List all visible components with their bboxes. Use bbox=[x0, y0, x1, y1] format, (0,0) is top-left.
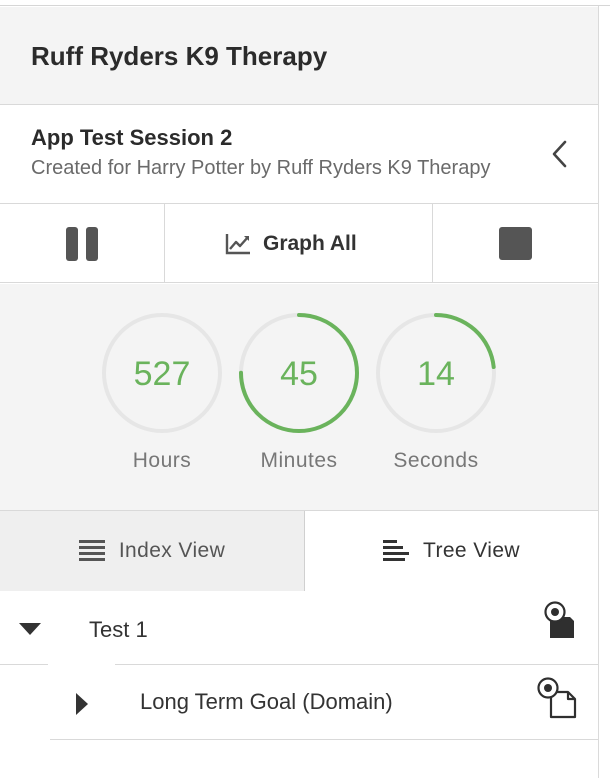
caret-down-icon[interactable] bbox=[19, 623, 41, 636]
target-document-outline-icon[interactable] bbox=[537, 677, 577, 719]
view-tabs: Index View Tree View bbox=[0, 511, 598, 591]
tree-row-long-term-goal[interactable]: Long Term Goal (Domain) bbox=[0, 665, 598, 740]
pause-icon bbox=[66, 227, 98, 261]
stop-icon bbox=[499, 227, 532, 260]
chevron-left-icon bbox=[552, 140, 567, 168]
minutes-label: Minutes bbox=[260, 449, 338, 472]
session-subtitle: Created for Harry Potter by Ruff Ryders … bbox=[31, 157, 491, 179]
window-top-edge bbox=[0, 0, 610, 6]
pause-button[interactable] bbox=[0, 204, 165, 282]
session-controls: Graph All bbox=[0, 204, 598, 283]
line-chart-icon bbox=[225, 234, 250, 255]
tab-index-view[interactable]: Index View bbox=[0, 511, 305, 591]
scrollbar-track[interactable] bbox=[598, 6, 610, 778]
hours-value: 527 bbox=[134, 355, 191, 393]
minutes-ring: 45 bbox=[239, 313, 359, 433]
hours-label: Hours bbox=[132, 449, 192, 472]
tab-tree-view-label: Tree View bbox=[423, 539, 520, 562]
minutes-value: 45 bbox=[280, 355, 318, 393]
tab-index-view-label: Index View bbox=[118, 539, 226, 562]
tree-list-icon bbox=[383, 540, 409, 561]
seconds-label: Seconds bbox=[393, 449, 479, 472]
session-title: App Test Session 2 bbox=[31, 125, 233, 150]
graph-all-button[interactable]: Graph All bbox=[165, 204, 433, 282]
target-document-icon[interactable] bbox=[544, 601, 576, 639]
caret-right-icon[interactable] bbox=[76, 693, 89, 715]
app-title: Ruff Ryders K9 Therapy bbox=[31, 41, 328, 71]
tree-item-label: Test 1 bbox=[89, 617, 148, 642]
app-header: Ruff Ryders K9 Therapy bbox=[0, 7, 598, 105]
seconds-value: 14 bbox=[417, 355, 455, 393]
collapse-button[interactable] bbox=[545, 136, 575, 172]
graph-all-label: Graph All bbox=[263, 232, 357, 255]
tree-item-label: Long Term Goal (Domain) bbox=[140, 689, 393, 714]
session-header: App Test Session 2 Created for Harry Pot… bbox=[0, 106, 598, 204]
row-divider bbox=[50, 739, 598, 740]
session-timer: 527 Hours 45 Minutes 14 Seconds bbox=[0, 284, 598, 511]
hours-ring: 527 bbox=[102, 313, 222, 433]
list-icon bbox=[78, 540, 105, 561]
seconds-ring: 14 bbox=[376, 313, 496, 433]
stop-button[interactable] bbox=[433, 204, 598, 282]
tab-tree-view[interactable]: Tree View bbox=[305, 511, 598, 591]
tree-row-test-1[interactable]: Test 1 bbox=[0, 592, 598, 665]
